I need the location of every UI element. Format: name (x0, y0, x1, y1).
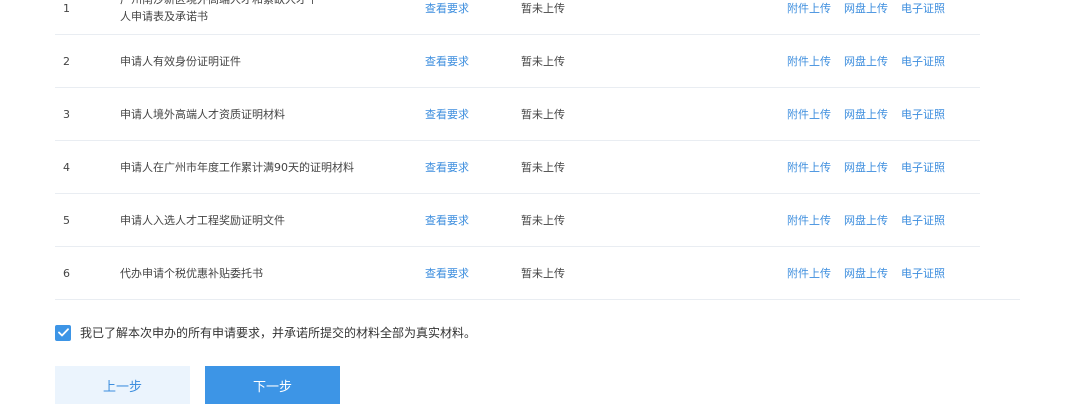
attach-upload-link[interactable]: 附件上传 (787, 106, 831, 122)
agreement: 我已了解本次申办的所有申请要求，并承诺所提交的材料全部为真实材料。 (55, 324, 476, 341)
e-license-link[interactable]: 电子证照 (901, 212, 945, 228)
checkmark-icon (57, 328, 69, 337)
cloud-upload-link[interactable]: 网盘上传 (844, 159, 888, 175)
upload-status: 暂未上传 (521, 55, 565, 68)
cloud-upload-link[interactable]: 网盘上传 (844, 0, 888, 16)
attach-upload-link[interactable]: 附件上传 (787, 0, 831, 16)
table-row: 3 申请人境外高端人才资质证明材料 查看要求 暂未上传 附件上传 网盘上传 电子… (55, 88, 980, 141)
cloud-upload-link[interactable]: 网盘上传 (844, 53, 888, 69)
agreement-text: 我已了解本次申办的所有申请要求，并承诺所提交的材料全部为真实材料。 (80, 326, 477, 340)
attach-upload-link[interactable]: 附件上传 (787, 265, 831, 281)
row-actions: 附件上传 网盘上传 电子证照 (787, 0, 987, 34)
view-requirements-link[interactable]: 查看要求 (425, 194, 495, 246)
material-name: 广州南沙新区境外高端人才和紧缺人才个 人申请表及承诺书 (120, 0, 410, 34)
upload-status: 暂未上传 (521, 214, 565, 227)
material-name-line: 广州南沙新区境外高端人才和紧缺人才个 (120, 0, 318, 8)
row-index: 1 (63, 1, 70, 15)
material-name: 申请人有效身份证明证件 (120, 54, 241, 68)
row-actions: 附件上传 网盘上传 电子证照 (787, 194, 987, 246)
e-license-link[interactable]: 电子证照 (901, 53, 945, 69)
materials-table: 1 广州南沙新区境外高端人才和紧缺人才个 人申请表及承诺书 查看要求 暂未上传 … (55, 0, 1020, 300)
page: 1 广州南沙新区境外高端人才和紧缺人才个 人申请表及承诺书 查看要求 暂未上传 … (0, 0, 1080, 418)
prev-step-button[interactable]: 上一步 (55, 366, 190, 404)
row-actions: 附件上传 网盘上传 电子证照 (787, 247, 987, 299)
material-name: 申请人境外高端人才资质证明材料 (120, 107, 285, 121)
upload-status: 暂未上传 (521, 161, 565, 174)
view-requirements-link[interactable]: 查看要求 (425, 141, 495, 193)
e-license-link[interactable]: 电子证照 (901, 159, 945, 175)
row-actions: 附件上传 网盘上传 电子证照 (787, 35, 987, 87)
table-row: 2 申请人有效身份证明证件 查看要求 暂未上传 附件上传 网盘上传 电子证照 (55, 35, 980, 88)
table-row: 4 申请人在广州市年度工作累计满90天的证明材料 查看要求 暂未上传 附件上传 … (55, 141, 980, 194)
view-requirements-link[interactable]: 查看要求 (425, 35, 495, 87)
row-actions: 附件上传 网盘上传 电子证照 (787, 88, 987, 140)
upload-status: 暂未上传 (521, 108, 565, 121)
row-index: 6 (63, 266, 70, 280)
upload-status: 暂未上传 (521, 267, 565, 280)
row-index: 5 (63, 213, 70, 227)
attach-upload-link[interactable]: 附件上传 (787, 53, 831, 69)
cloud-upload-link[interactable]: 网盘上传 (844, 265, 888, 281)
cloud-upload-link[interactable]: 网盘上传 (844, 212, 888, 228)
table-row: 6 代办申请个税优惠补贴委托书 查看要求 暂未上传 附件上传 网盘上传 电子证照 (55, 247, 1020, 300)
agreement-checkbox[interactable] (55, 324, 71, 341)
material-name: 申请人在广州市年度工作累计满90天的证明材料 (120, 160, 354, 174)
material-name: 申请人入选人才工程奖励证明文件 (120, 213, 285, 227)
material-name: 代办申请个税优惠补贴委托书 (120, 266, 263, 280)
row-index: 3 (63, 107, 70, 121)
row-index: 2 (63, 54, 70, 68)
view-requirements-link[interactable]: 查看要求 (425, 0, 495, 34)
row-actions: 附件上传 网盘上传 电子证照 (787, 141, 987, 193)
table-row: 5 申请人入选人才工程奖励证明文件 查看要求 暂未上传 附件上传 网盘上传 电子… (55, 194, 980, 247)
view-requirements-link[interactable]: 查看要求 (425, 247, 495, 299)
cloud-upload-link[interactable]: 网盘上传 (844, 106, 888, 122)
e-license-link[interactable]: 电子证照 (901, 265, 945, 281)
table-row: 1 广州南沙新区境外高端人才和紧缺人才个 人申请表及承诺书 查看要求 暂未上传 … (55, 0, 980, 35)
material-name-line: 人申请表及承诺书 (120, 10, 208, 23)
next-step-button[interactable]: 下一步 (205, 366, 340, 404)
e-license-link[interactable]: 电子证照 (901, 0, 945, 16)
e-license-link[interactable]: 电子证照 (901, 106, 945, 122)
attach-upload-link[interactable]: 附件上传 (787, 159, 831, 175)
upload-status: 暂未上传 (521, 2, 565, 15)
attach-upload-link[interactable]: 附件上传 (787, 212, 831, 228)
view-requirements-link[interactable]: 查看要求 (425, 88, 495, 140)
row-index: 4 (63, 160, 70, 174)
